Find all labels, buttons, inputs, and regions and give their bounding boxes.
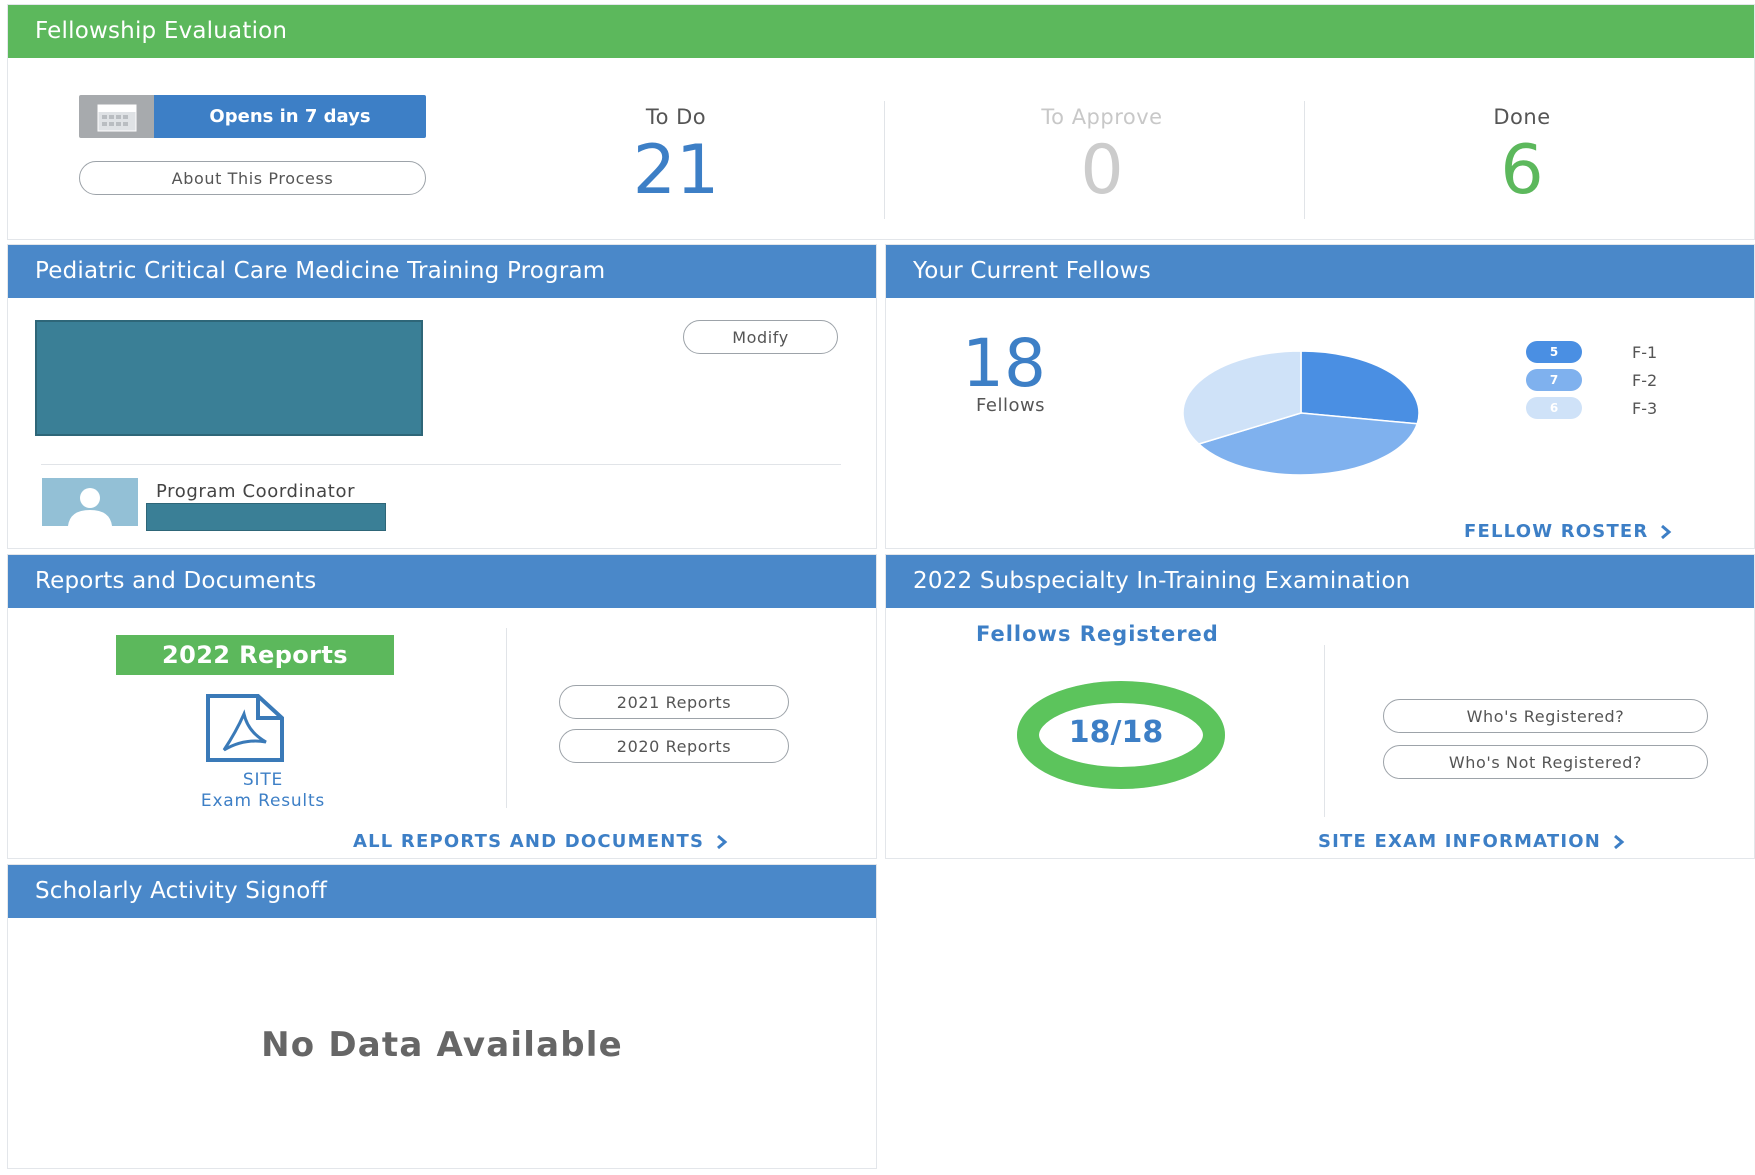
scholarly-activity-panel: Scholarly Activity Signoff No Data Avail… <box>7 864 877 1169</box>
divider <box>884 101 885 219</box>
legend-item-f2: 7 F-2 <box>1526 369 1657 391</box>
reports-2020-button[interactable]: 2020 Reports <box>559 729 789 763</box>
program-panel: Pediatric Critical Care Medicine Trainin… <box>7 244 877 549</box>
all-reports-link[interactable]: ALL REPORTS AND DOCUMENTS <box>353 831 728 852</box>
fellows-pie-chart <box>1182 350 1420 476</box>
divider <box>41 464 841 465</box>
pdf-icon[interactable] <box>204 692 288 764</box>
link-label: FELLOW ROSTER <box>1464 521 1649 542</box>
coordinator-label: Program Coordinator <box>156 481 356 502</box>
panel-title: Scholarly Activity Signoff <box>8 865 876 918</box>
stat-value: 0 <box>1080 131 1124 210</box>
legend-item-f1: 5 F-1 <box>1526 341 1657 363</box>
legend-badge: 6 <box>1526 397 1582 419</box>
divider <box>1304 101 1305 219</box>
chevron-right-icon <box>717 834 728 849</box>
in-training-exam-panel: 2022 Subspecialty In-Training Examinatio… <box>885 554 1755 859</box>
site-exam-info-link[interactable]: SITE EXAM INFORMATION <box>1318 831 1625 852</box>
current-reports-button[interactable]: 2022 Reports <box>116 635 394 675</box>
legend-badge: 5 <box>1526 341 1582 363</box>
stat-to-do[interactable]: To Do 21 <box>526 105 826 206</box>
pdf-caption-line2[interactable]: Exam Results <box>128 791 398 811</box>
fellows-count: 18 <box>962 325 1046 402</box>
about-process-button[interactable]: About This Process <box>79 161 426 195</box>
calendar-icon <box>79 95 154 138</box>
panel-title: Reports and Documents <box>8 555 876 608</box>
link-label: SITE EXAM INFORMATION <box>1318 831 1601 852</box>
legend-item-f3: 6 F-3 <box>1526 397 1657 419</box>
avatar <box>42 478 138 526</box>
stat-label: To Do <box>645 105 707 129</box>
link-label: ALL REPORTS AND DOCUMENTS <box>353 831 705 852</box>
panel-title: Fellowship Evaluation <box>8 5 1754 58</box>
pdf-caption-line1[interactable]: SITE <box>128 770 398 790</box>
opens-label: Opens in 7 days <box>154 95 426 138</box>
user-icon <box>68 488 112 526</box>
legend-badge: 7 <box>1526 369 1582 391</box>
pie-slice-f-1 <box>1300 350 1420 425</box>
divider <box>506 628 507 808</box>
legend-label: F-3 <box>1632 398 1658 418</box>
registered-value: 18/18 <box>1068 715 1164 750</box>
panel-title: 2022 Subspecialty In-Training Examinatio… <box>886 555 1754 608</box>
reports-documents-panel: Reports and Documents 2022 Reports SITE … <box>7 554 877 859</box>
panel-title: Pediatric Critical Care Medicine Trainin… <box>8 245 876 298</box>
stat-value: 6 <box>1500 131 1544 210</box>
stat-to-approve[interactable]: To Approve 0 <box>952 105 1252 206</box>
fellows-count-label: Fellows <box>976 395 1046 416</box>
whos-registered-button[interactable]: Who's Registered? <box>1383 699 1708 733</box>
reports-2021-button[interactable]: 2021 Reports <box>559 685 789 719</box>
opens-button[interactable]: Opens in 7 days <box>79 95 426 138</box>
chevron-right-icon <box>1661 524 1672 539</box>
stat-label: Done <box>1493 105 1551 129</box>
fellow-roster-link[interactable]: FELLOW ROSTER <box>1464 521 1672 542</box>
panel-title: Your Current Fellows <box>886 245 1754 298</box>
fellowship-evaluation-panel: Fellowship Evaluation Opens in 7 days Ab… <box>7 4 1755 240</box>
stat-done[interactable]: Done 6 <box>1372 105 1672 206</box>
divider <box>1324 645 1325 817</box>
stat-label: To Approve <box>1041 105 1163 129</box>
whos-not-registered-button[interactable]: Who's Not Registered? <box>1383 745 1708 779</box>
fellows-registered-label: Fellows Registered <box>976 622 1219 646</box>
current-fellows-panel: Your Current Fellows 18 Fellows 5 F-1 7 … <box>885 244 1755 549</box>
legend-label: F-1 <box>1632 342 1658 362</box>
empty-state-message: No Data Available <box>261 1025 623 1065</box>
program-logo-redacted <box>35 320 423 436</box>
chevron-right-icon <box>1614 834 1625 849</box>
legend-label: F-2 <box>1632 370 1658 390</box>
modify-button[interactable]: Modify <box>683 320 838 354</box>
stat-value: 21 <box>632 131 720 210</box>
coordinator-name-redacted <box>146 503 386 531</box>
